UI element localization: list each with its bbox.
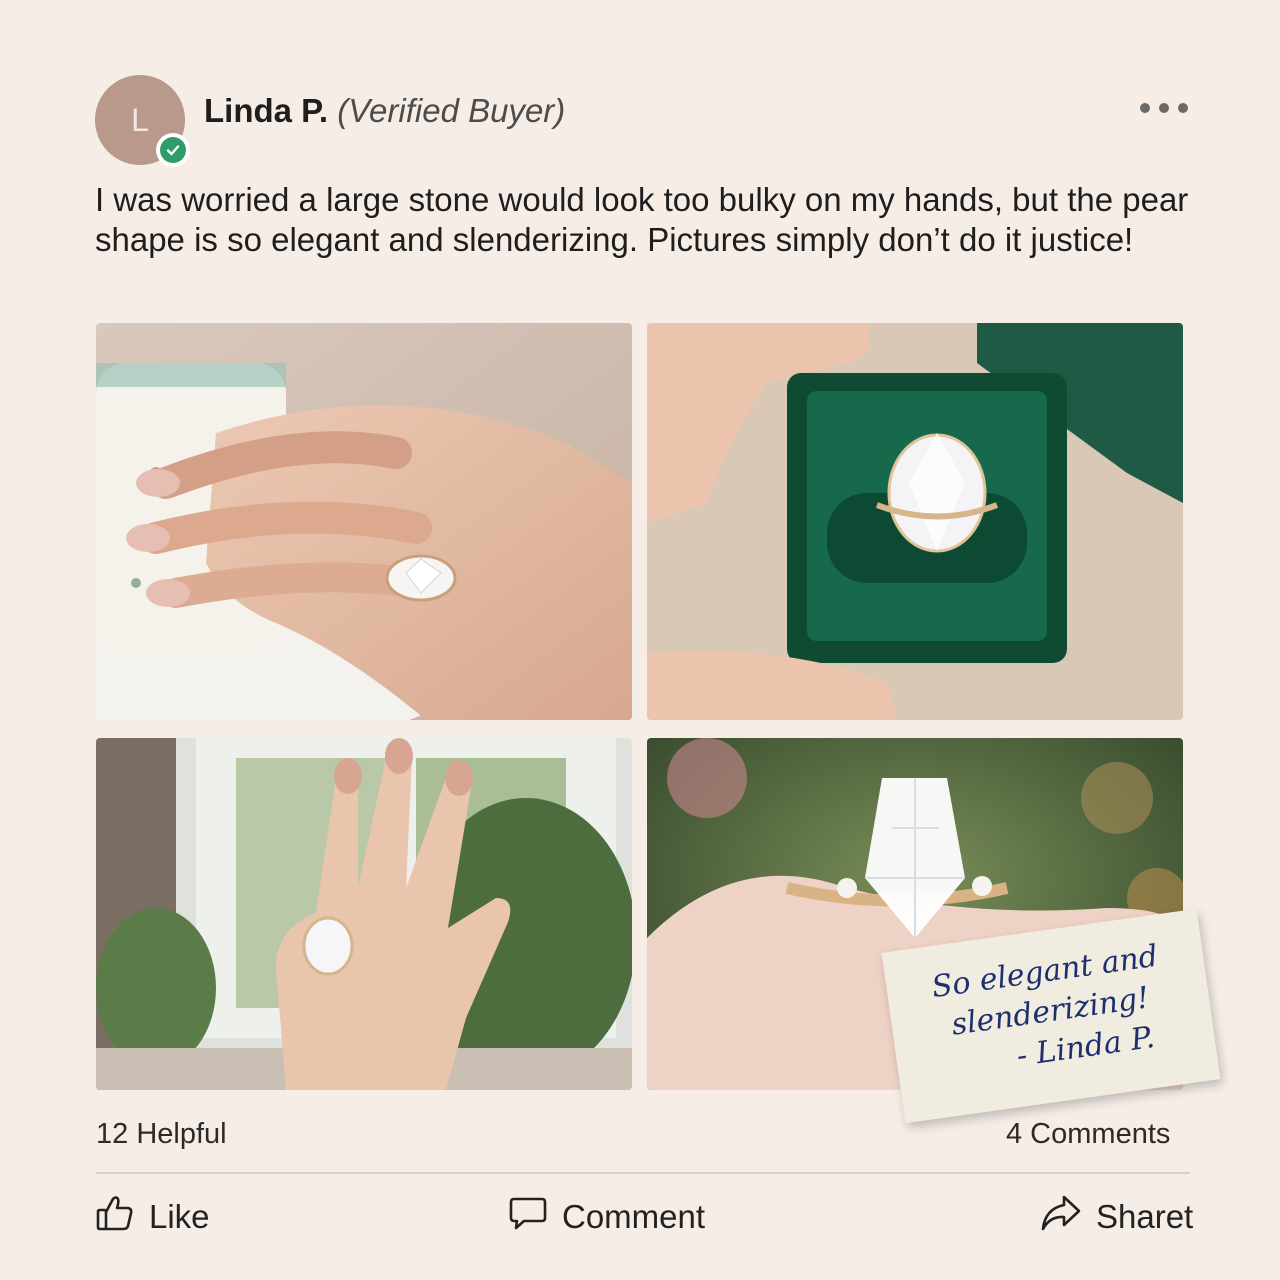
avatar-initial: L: [131, 101, 149, 138]
thumbs-up-icon: [95, 1193, 135, 1241]
review-photo-ring-box[interactable]: [647, 323, 1183, 720]
review-photo-window[interactable]: [96, 738, 632, 1090]
share-label: Sharet: [1096, 1198, 1194, 1235]
share-arrow-icon: [1040, 1193, 1082, 1241]
helpful-count[interactable]: 12 Helpful: [96, 1118, 227, 1151]
author-name[interactable]: Linda P.: [204, 92, 328, 129]
comment-bubble-icon: [508, 1193, 548, 1241]
like-label: Like: [149, 1198, 210, 1235]
review-photo-teacup[interactable]: [96, 323, 632, 720]
comment-button[interactable]: Comment: [508, 1192, 705, 1242]
more-options-icon[interactable]: [1140, 92, 1188, 124]
review-text: I was worried a large stone would look t…: [95, 181, 1189, 258]
verified-buyer-tag: (Verified Buyer): [337, 92, 566, 129]
author-line: Linda P. (Verified Buyer): [204, 92, 565, 130]
share-button[interactable]: Sharet: [1040, 1192, 1193, 1242]
review-post: L Linda P. (Verified Buyer) I was worrie…: [0, 0, 1280, 1280]
like-button[interactable]: Like: [95, 1192, 210, 1242]
comments-count[interactable]: 4 Comments: [1006, 1118, 1170, 1151]
divider: [96, 1172, 1190, 1174]
verified-check-icon: [156, 133, 190, 167]
comment-label: Comment: [562, 1198, 706, 1235]
